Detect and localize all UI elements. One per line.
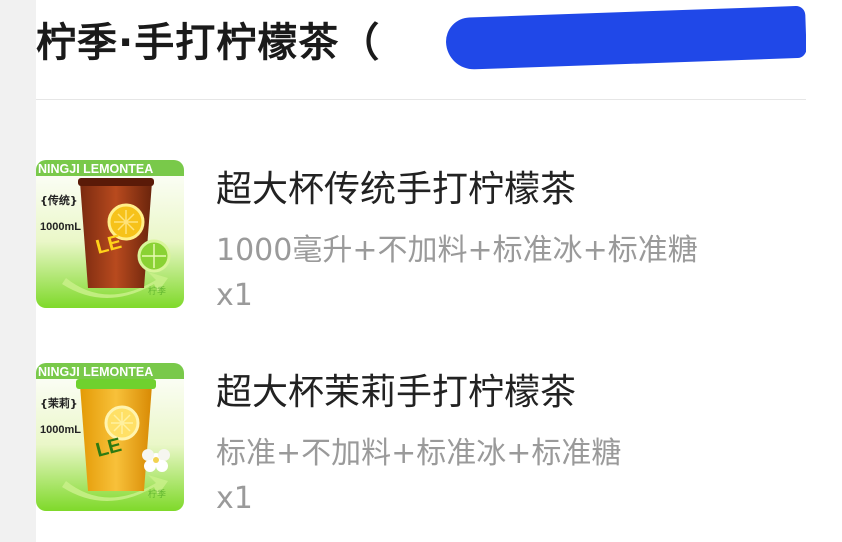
store-header[interactable]: 柠季·手打柠檬茶（ [36,0,806,80]
item-name: 超大杯茉莉手打柠檬茶 [216,372,577,413]
item-spec: 1000毫升+不加料+标准冰+标准糖 [216,233,698,268]
volume-label: 1000mL [40,221,81,233]
flavor-label: {传统} [40,193,78,207]
product-thumbnail[interactable]: NINGJI LEMONTEA {传统} 1000mL LE 柠季 [36,160,184,308]
svg-text:柠季: 柠季 [148,488,166,500]
order-item[interactable]: NINGJI LEMONTEA {传统} 1000mL LE 柠季 超大杯传统手… [36,160,806,313]
product-thumbnail[interactable]: NINGJI LEMONTEA {茉莉} 1000mL LE 柠季 [36,363,184,511]
order-item[interactable]: NINGJI LEMONTEA {茉莉} 1000mL LE 柠季 超大杯茉莉手… [36,363,806,516]
redaction-scribble [445,5,806,71]
svg-text:柠季: 柠季 [148,285,166,297]
brand-banner-text: NINGJI LEMONTEA [38,365,153,379]
item-quantity: x1 [216,481,253,516]
item-name: 超大杯传统手打柠檬茶 [216,169,577,210]
header-divider [36,99,806,100]
store-name: 柠季·手打柠檬茶（ [36,20,381,66]
flavor-label: {茉莉} [40,396,78,410]
volume-label: 1000mL [40,424,81,436]
item-quantity: x1 [216,278,253,313]
item-spec: 标准+不加料+标准冰+标准糖 [216,436,622,471]
brand-banner-text: NINGJI LEMONTEA [38,162,153,176]
